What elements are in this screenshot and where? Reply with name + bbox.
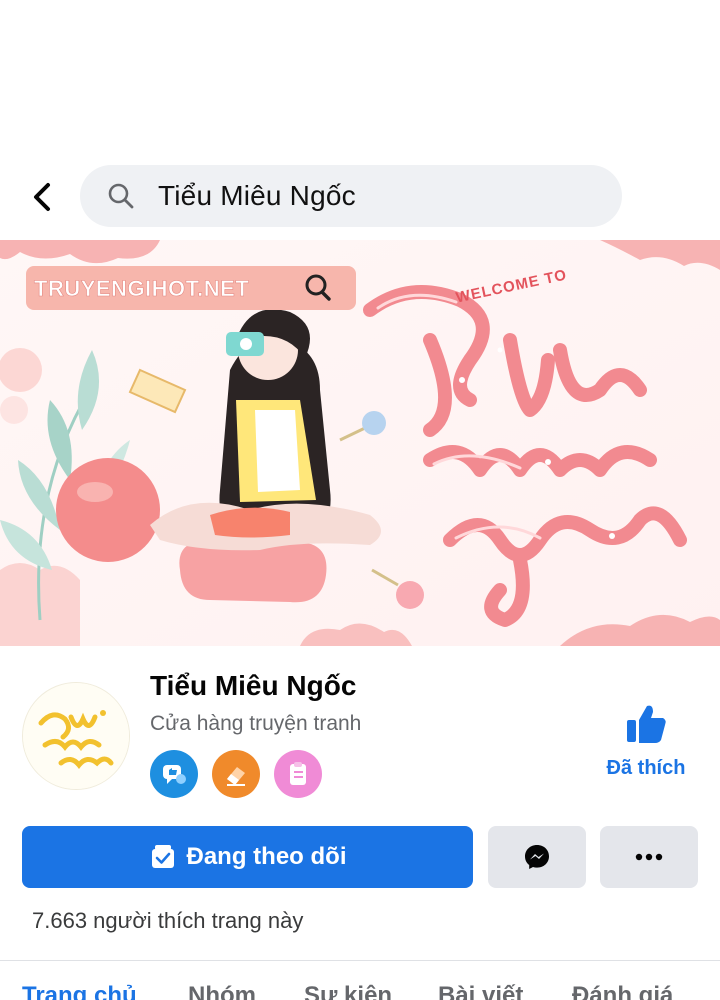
page-name: Tiểu Miêu Ngốc	[150, 670, 357, 701]
status-area	[0, 0, 720, 160]
cover-search-icon	[305, 274, 331, 301]
likes-count: 7.663 người thích trang này	[32, 908, 304, 933]
more-button[interactable]	[600, 826, 698, 888]
eraser-badge-icon[interactable]	[212, 750, 260, 798]
more-icon	[635, 853, 663, 861]
search-query: Tiểu Miêu Ngốc	[158, 180, 356, 211]
clipboard-badge-icon[interactable]	[274, 750, 322, 798]
tab-groups[interactable]: Nhóm	[188, 982, 256, 1000]
search-icon	[106, 181, 136, 211]
chevron-left-icon	[34, 183, 50, 211]
tab-reviews[interactable]: Đánh giá	[572, 982, 673, 1000]
search-row: Tiểu Miêu Ngốc	[0, 165, 720, 227]
badges-row	[150, 750, 322, 798]
liked-button[interactable]: Đã thích	[596, 700, 696, 780]
tab-events[interactable]: Sự kiện	[304, 982, 392, 1000]
chat-like-badge-icon[interactable]	[150, 750, 198, 798]
page-tabs: Trang chủ Nhóm Sự kiện Bài viết Đánh giá	[0, 982, 720, 1000]
following-button[interactable]: Đang theo dõi	[22, 826, 473, 888]
cover-photo[interactable]: TRUYENGIHOT.NET WELCOME TO	[0, 240, 720, 646]
divider	[0, 960, 720, 961]
following-check-icon	[151, 845, 174, 868]
page-avatar[interactable]	[22, 682, 130, 790]
messenger-icon	[525, 845, 549, 869]
action-bar: Đang theo dõi	[0, 826, 720, 888]
thumbs-up-icon	[627, 705, 666, 743]
following-label: Đang theo dõi	[186, 843, 347, 870]
search-input[interactable]: Tiểu Miêu Ngốc	[80, 165, 622, 227]
back-button[interactable]	[22, 177, 62, 217]
tab-posts[interactable]: Bài viết	[438, 982, 523, 1000]
page-category: Cửa hàng truyện tranh	[150, 712, 362, 735]
messenger-button[interactable]	[488, 826, 586, 888]
tab-home[interactable]: Trang chủ	[22, 982, 137, 1000]
cover-url-text: TRUYENGIHOT.NET	[34, 276, 250, 302]
page-profile: Tiểu Miêu Ngốc Cửa hàng truyện tranh Đã …	[0, 660, 720, 810]
avatar-logo-icon	[23, 683, 129, 789]
liked-label: Đã thích	[606, 757, 686, 779]
